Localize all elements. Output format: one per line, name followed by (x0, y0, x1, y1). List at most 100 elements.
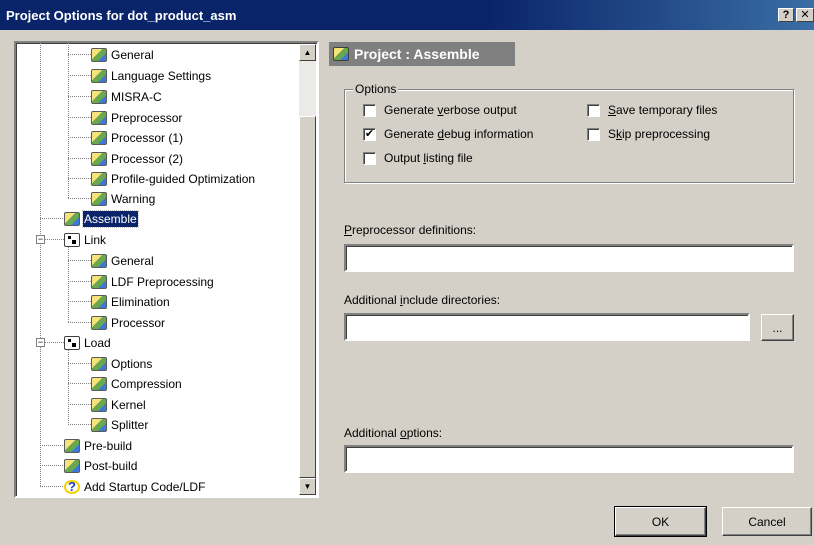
tree-item-label: Compression (111, 377, 182, 391)
checkbox-label: Output listing file (384, 151, 473, 165)
options-page-icon (91, 111, 107, 125)
tree-item-label: Elimination (111, 295, 170, 309)
options-page-icon (64, 212, 80, 226)
options-page-icon (91, 316, 107, 330)
tree-item-warning[interactable]: Warning (91, 190, 156, 208)
tree-item-elimination[interactable]: Elimination (91, 293, 171, 311)
page-title: Project : Assemble (354, 46, 480, 62)
preprocessor-definitions-input[interactable] (344, 244, 794, 272)
tree-item-label: Warning (111, 192, 156, 206)
tree-item-post-build[interactable]: Post-build (64, 457, 138, 475)
skip-preprocessing-checkbox[interactable]: Skip preprocessing (587, 127, 710, 141)
tree-item-label: LDF Preprocessing (111, 275, 214, 289)
tree-item-link-processor[interactable]: Processor (91, 314, 166, 332)
label-mnemonic: P (344, 223, 353, 237)
label-part: ptions: (406, 426, 443, 440)
tree-item-label: Language Settings (111, 69, 212, 83)
tree-item-link[interactable]: Link (64, 231, 107, 249)
generate-debug-information-checkbox[interactable]: ✔ Generate debug information (363, 127, 533, 141)
tree-item-splitter[interactable]: Splitter (91, 416, 149, 434)
checkbox-label: Skip preprocessing (608, 127, 710, 141)
options-page-icon (91, 69, 107, 83)
ok-button[interactable]: OK (614, 506, 707, 537)
include-directories-label: Additional include directories: (344, 293, 500, 307)
label-part: ip preprocessing (622, 127, 711, 141)
options-page-icon (91, 275, 107, 289)
checkbox-box[interactable]: ✔ (363, 127, 376, 141)
tree-vertical-scrollbar[interactable]: ▲ ▼ (299, 44, 316, 495)
tree-item-pre-build[interactable]: Pre-build (64, 437, 133, 455)
tree-item-label: Load (84, 336, 111, 350)
tree-item-misra-c[interactable]: MISRA-C (91, 88, 163, 106)
help-question-icon: ? (64, 480, 80, 494)
tree-item-label: Processor (1) (111, 131, 184, 145)
collapse-load-toggle[interactable]: − (36, 338, 45, 347)
page-header: Project : Assemble (329, 42, 515, 66)
help-button[interactable]: ? (778, 8, 794, 22)
tree-item-ldf-preprocessing[interactable]: LDF Preprocessing (91, 273, 215, 291)
include-directories-input[interactable] (344, 313, 750, 341)
options-page-icon (91, 90, 107, 104)
tree-item-language-settings[interactable]: Language Settings (91, 67, 212, 85)
save-temporary-files-checkbox[interactable]: Save temporary files (587, 103, 717, 117)
checkbox-label: Generate verbose output (384, 103, 517, 117)
tree-item-label: Preprocessor (111, 111, 183, 125)
browse-button[interactable]: ... (761, 314, 794, 341)
tree-item-processor-2[interactable]: Processor (2) (91, 150, 184, 168)
tree-item-load-options[interactable]: Options (91, 355, 153, 373)
options-tree[interactable]: General Language Settings MISRA-C Prepro… (14, 41, 319, 498)
options-page-icon (91, 152, 107, 166)
label-part: erbose output (443, 103, 517, 117)
close-button[interactable]: ✕ (796, 8, 814, 22)
options-page-icon (64, 439, 80, 453)
tree-item-label: Pre-build (84, 439, 133, 453)
checkbox-box[interactable] (587, 103, 600, 117)
label-part: Generate (384, 103, 438, 117)
tree-item-label: Profile-guided Optimization (111, 172, 256, 186)
tree-item-profile-guided-optimization[interactable]: Profile-guided Optimization (91, 170, 256, 188)
tree-folder-icon (64, 336, 80, 350)
label-part: S (608, 127, 617, 141)
tree-item-link-general[interactable]: General (91, 252, 155, 270)
collapse-link-toggle[interactable]: − (36, 235, 45, 244)
tree-item-label: Link (84, 233, 107, 247)
cancel-button[interactable]: Cancel (722, 507, 812, 536)
title-bar: Project Options for dot_product_asm ? ✕ (0, 0, 814, 30)
assemble-page-icon (333, 47, 349, 61)
checkbox-box[interactable] (587, 127, 600, 141)
label-part: nclude directories: (402, 293, 501, 307)
checkbox-box[interactable] (363, 103, 376, 117)
tree-item-processor-1[interactable]: Processor (1) (91, 129, 184, 147)
options-page-icon (91, 418, 107, 432)
tree-item-label: General (111, 254, 154, 268)
tree-item-assemble[interactable]: Assemble (64, 210, 139, 228)
label-part: ebug information (444, 127, 534, 141)
tree-item-label: Processor (111, 316, 166, 330)
window-title: Project Options for dot_product_asm (6, 8, 237, 23)
tree-item-add-startup-code[interactable]: ? Add Startup Code/LDF (64, 478, 206, 496)
generate-verbose-output-checkbox[interactable]: Generate verbose output (363, 103, 517, 117)
tree-item-load[interactable]: Load (64, 334, 112, 352)
tree-item-preprocessor[interactable]: Preprocessor (91, 109, 183, 127)
scroll-down-arrow-icon[interactable]: ▼ (299, 478, 316, 495)
output-listing-file-checkbox[interactable]: Output listing file (363, 151, 473, 165)
checkbox-label: Save temporary files (608, 103, 717, 117)
options-page-icon (91, 48, 107, 62)
label-mnemonic: S (608, 103, 617, 117)
label-part: isting file (426, 151, 473, 165)
scroll-up-arrow-icon[interactable]: ▲ (299, 44, 316, 61)
tree-folder-icon (64, 233, 80, 247)
additional-options-input[interactable] (344, 445, 794, 473)
label-part: Generate (384, 127, 438, 141)
tree-item-general[interactable]: General (91, 46, 155, 64)
checkbox-label: Generate debug information (384, 127, 533, 141)
tree-item-label: General (111, 48, 154, 62)
options-page-icon (91, 357, 107, 371)
checkbox-box[interactable] (363, 151, 376, 165)
scrollbar-thumb[interactable] (299, 116, 316, 478)
label-part: reprocessor definitions: (352, 223, 477, 237)
tree-item-label: Add Startup Code/LDF (84, 480, 206, 494)
tree-item-compression[interactable]: Compression (91, 375, 183, 393)
options-legend: Options (353, 82, 399, 96)
tree-item-kernel[interactable]: Kernel (91, 396, 147, 414)
